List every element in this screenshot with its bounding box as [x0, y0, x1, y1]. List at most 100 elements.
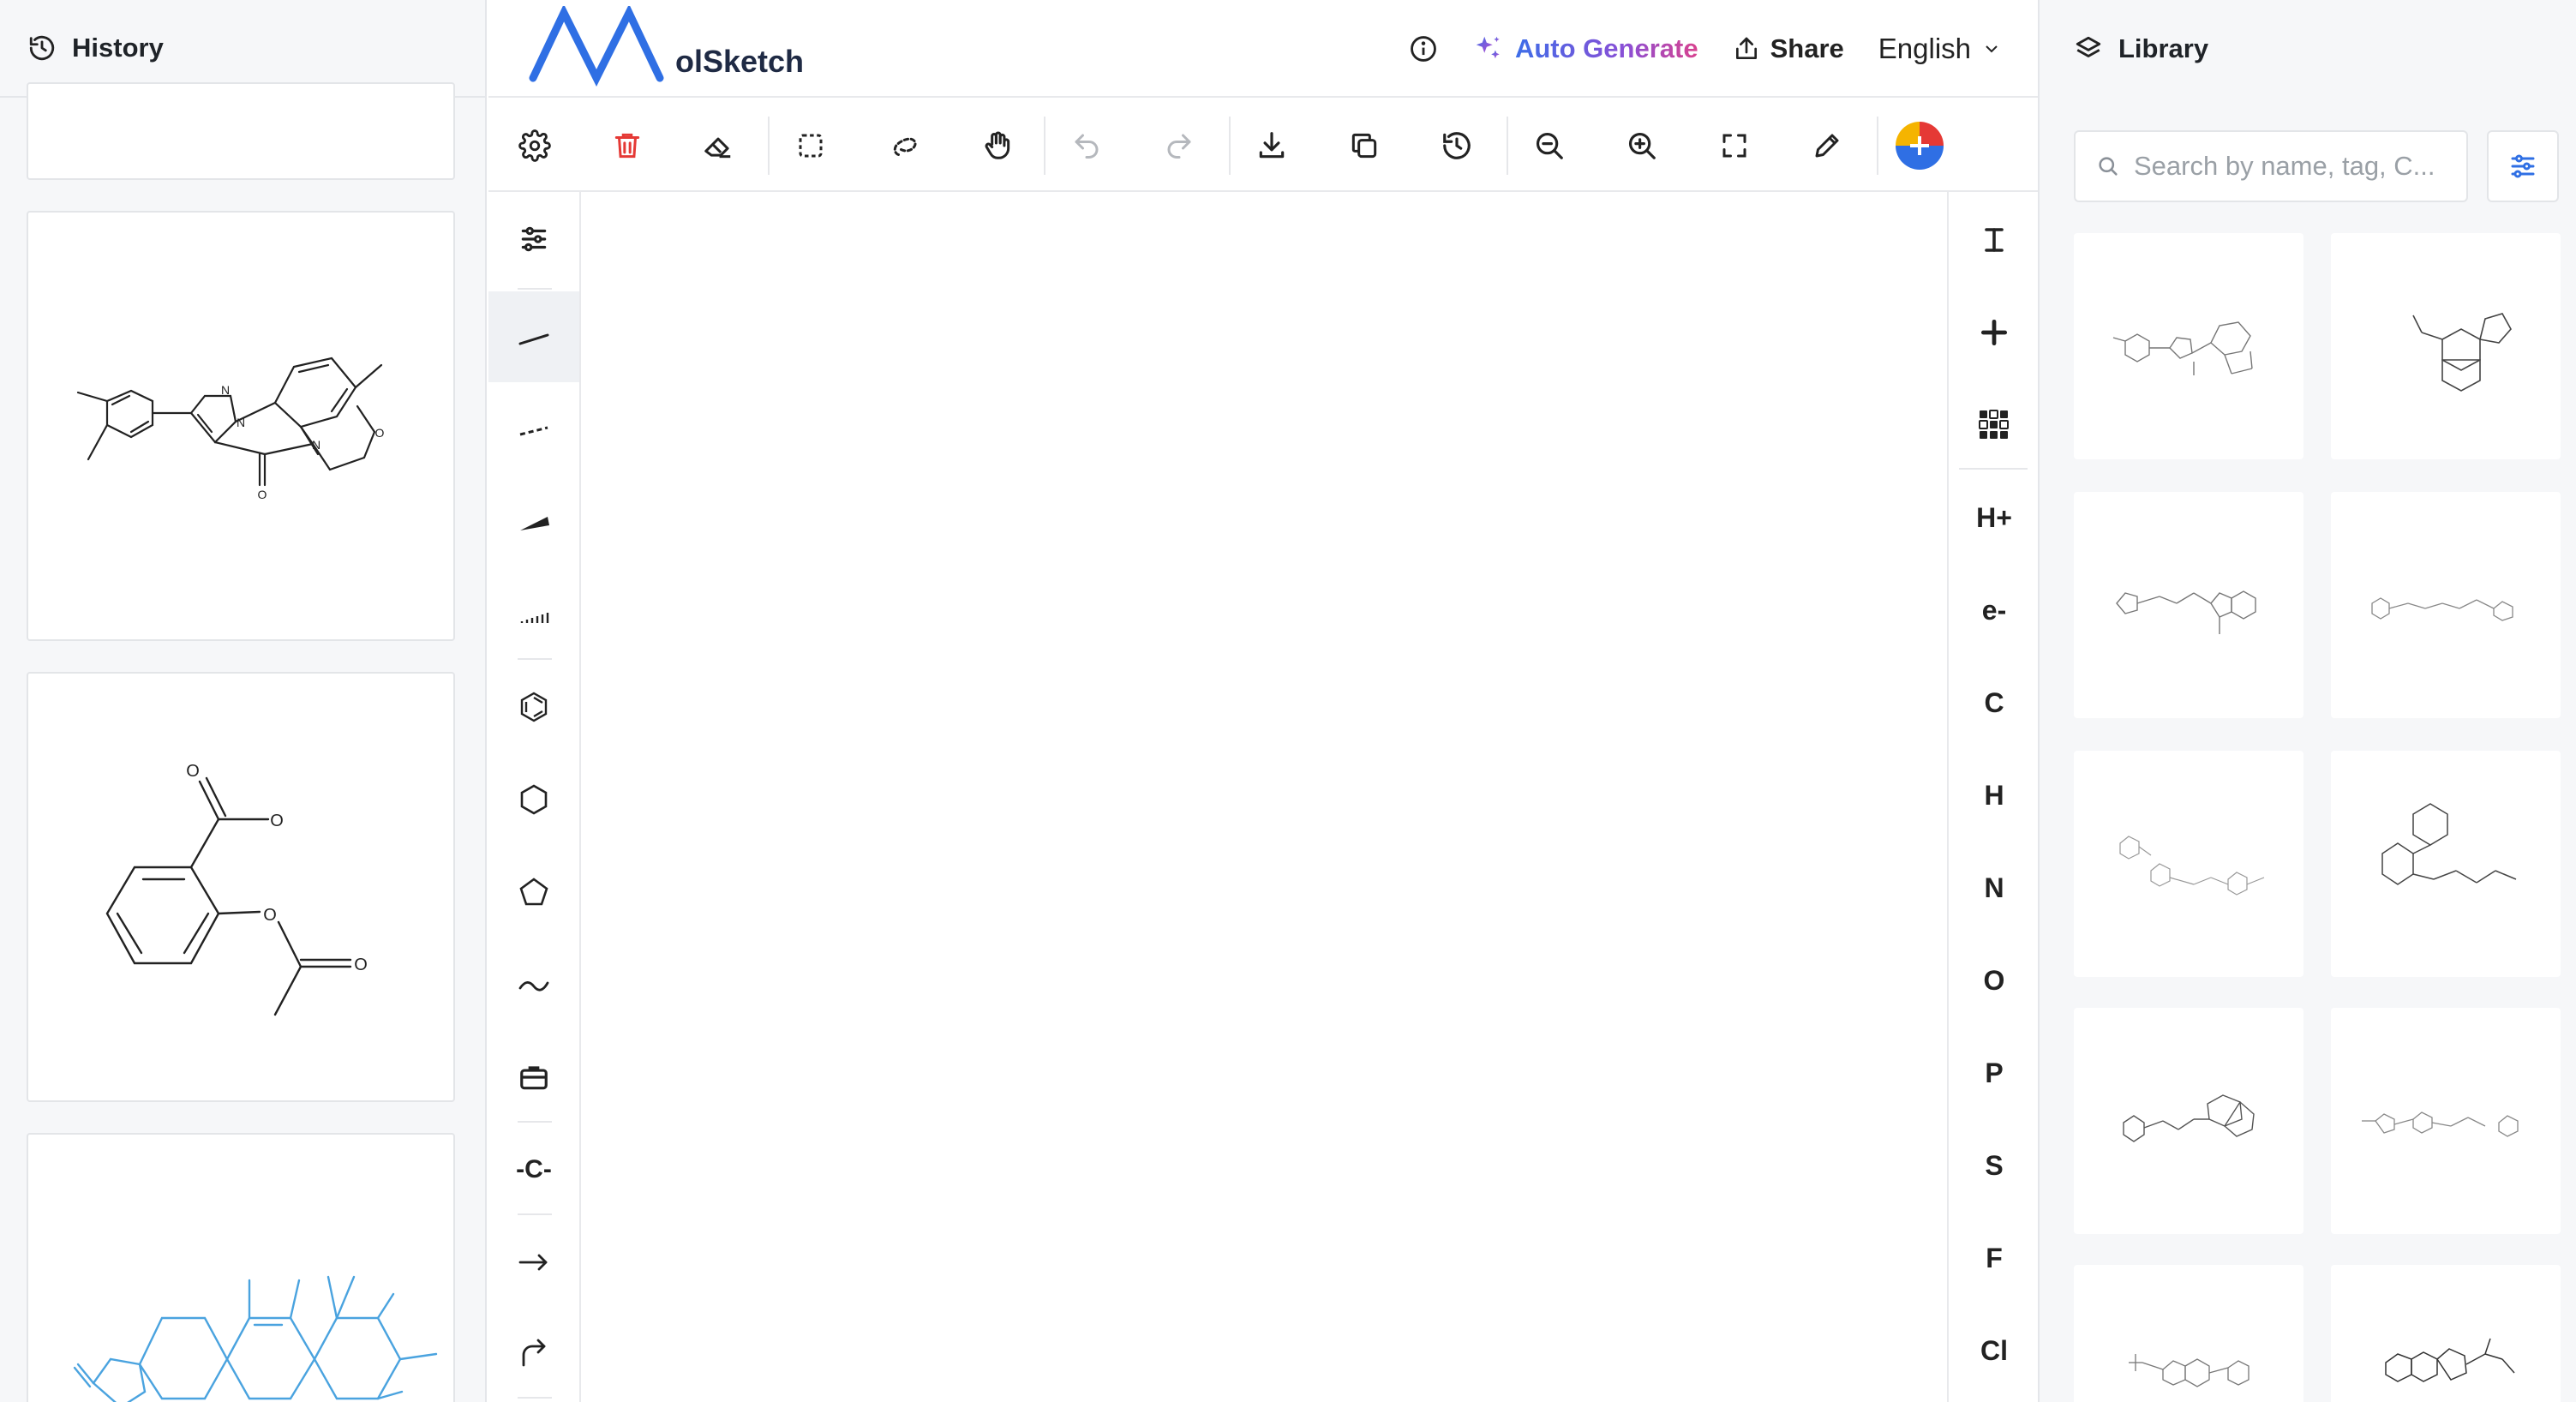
- bond-tools-panel: -C-: [488, 192, 581, 1402]
- undo-button[interactable]: [1061, 120, 1112, 171]
- history-card[interactable]: N N O N O: [27, 211, 455, 641]
- logo-text: olSketch: [675, 44, 805, 79]
- element-button-p[interactable]: P: [1949, 1027, 2040, 1119]
- download-button[interactable]: [1246, 120, 1297, 171]
- app-logo[interactable]: olSketch: [524, 0, 804, 98]
- auto-generate-label: Auto Generate: [1514, 33, 1698, 63]
- element-button-s[interactable]: S: [1949, 1119, 2040, 1212]
- library-search[interactable]: [2074, 130, 2468, 202]
- curved-arrow-button[interactable]: [488, 1308, 579, 1399]
- auto-generate-button[interactable]: Auto Generate: [1472, 33, 1698, 65]
- color-picker-button[interactable]: [1894, 120, 1945, 171]
- history-card[interactable]: ​: [27, 1133, 455, 1402]
- fullscreen-icon: [1722, 134, 1746, 158]
- toolbar-divider: [1877, 117, 1878, 175]
- lasso-select-button[interactable]: [879, 120, 931, 171]
- element-button-n[interactable]: N: [1949, 842, 2040, 934]
- language-select[interactable]: English: [1878, 33, 2002, 65]
- text-tool-button[interactable]: [1949, 194, 2040, 286]
- history-title: History: [72, 33, 164, 63]
- library-molecule-card[interactable]: [2074, 1008, 2303, 1234]
- hexagon-button[interactable]: [488, 754, 579, 845]
- zoom-in-icon: [1628, 132, 1656, 159]
- hand-icon: [985, 131, 1010, 159]
- chain-button[interactable]: [488, 939, 579, 1030]
- history-button[interactable]: [1431, 120, 1483, 171]
- element-button-f[interactable]: F: [1949, 1212, 2040, 1304]
- hash-bond-button[interactable]: [488, 569, 579, 660]
- templates-button[interactable]: [488, 1032, 579, 1123]
- element-button-c[interactable]: C: [1949, 656, 2040, 749]
- drawing-canvas[interactable]: [581, 192, 1947, 1402]
- library-molecule-card[interactable]: [2074, 492, 2303, 718]
- share-label: Share: [1770, 33, 1844, 63]
- top-header: olSketch Auto Generate Share English: [488, 0, 2038, 98]
- element-button-h[interactable]: H: [1949, 749, 2040, 842]
- element-button-h-plus[interactable]: H+: [1949, 471, 2040, 564]
- eraser-button[interactable]: [692, 120, 744, 171]
- element-button-o[interactable]: O: [1949, 934, 2040, 1027]
- element-button-electron[interactable]: e-: [1949, 564, 2040, 656]
- share-button[interactable]: Share: [1733, 33, 1844, 64]
- element-label: N: [1984, 872, 2004, 903]
- zoom-out-button[interactable]: [1524, 120, 1575, 171]
- benzene-button[interactable]: [488, 662, 579, 752]
- molecule-thumbnail: [2371, 597, 2513, 621]
- molecule-thumbnail: [2381, 803, 2517, 885]
- library-filter-button[interactable]: [2487, 130, 2559, 202]
- download-icon: [1259, 132, 1285, 159]
- dashed-bond-button[interactable]: [488, 384, 579, 475]
- library-molecule-card[interactable]: [2331, 233, 2561, 459]
- edit-button[interactable]: [1801, 120, 1853, 171]
- element-label: H+: [1976, 501, 2012, 533]
- molecule-structure: O O O O: [105, 762, 368, 1016]
- molecule-structure: ​: [73, 1275, 438, 1402]
- fit-screen-button[interactable]: [1709, 120, 1760, 171]
- language-label: English: [1878, 33, 1971, 64]
- library-molecule-card[interactable]: [2331, 1008, 2561, 1234]
- library-molecule-card[interactable]: [2074, 233, 2303, 459]
- pentagon-button[interactable]: [488, 847, 579, 938]
- element-button-cl[interactable]: Cl: [1949, 1304, 2040, 1397]
- library-panel: Library: [2038, 0, 2576, 1402]
- wedge-bond-button[interactable]: [488, 476, 579, 567]
- delete-button[interactable]: [602, 120, 653, 171]
- grid-icon: [1979, 410, 2009, 439]
- library-molecule-card[interactable]: [2331, 492, 2561, 718]
- library-search-input[interactable]: [2134, 151, 2442, 182]
- periodic-table-button[interactable]: [1949, 379, 2040, 471]
- history-card[interactable]: O O O O: [27, 672, 455, 1102]
- atom-label: O: [258, 488, 267, 501]
- element-label: C: [1984, 686, 2004, 718]
- element-label: e-: [1981, 594, 2007, 626]
- filter-sliders-icon: [2511, 154, 2535, 178]
- sliders-icon: [521, 226, 547, 252]
- library-molecule-card[interactable]: [2074, 751, 2303, 977]
- carbon-chain-button[interactable]: -C-: [488, 1124, 579, 1215]
- history-icon: [27, 33, 57, 63]
- history-card[interactable]: [27, 82, 455, 180]
- library-molecule-card[interactable]: [2331, 751, 2561, 977]
- history-panel: History N N O N O O O O O: [0, 0, 487, 1402]
- trash-icon: [614, 133, 640, 159]
- element-label: P: [1985, 1057, 2004, 1088]
- single-bond-button[interactable]: [488, 291, 579, 382]
- toolbar-divider: [1229, 117, 1231, 175]
- copy-button[interactable]: [1339, 120, 1390, 171]
- library-molecule-card[interactable]: [2331, 1265, 2561, 1402]
- molecule-thumbnail: [2112, 321, 2253, 375]
- redo-button[interactable]: [1153, 120, 1205, 171]
- rect-select-button[interactable]: [785, 120, 836, 171]
- logo-mark-icon: [529, 6, 664, 87]
- zoom-in-button[interactable]: [1616, 120, 1668, 171]
- info-button[interactable]: [1409, 34, 1438, 63]
- add-atom-button[interactable]: [1949, 286, 2040, 379]
- toolbar-divider: [1507, 117, 1508, 175]
- eraser-icon: [704, 137, 731, 159]
- library-molecule-card[interactable]: [2074, 1265, 2303, 1402]
- reaction-arrow-button[interactable]: [488, 1217, 579, 1308]
- carbon-chain-label: -C-: [516, 1155, 552, 1183]
- settings-button[interactable]: [509, 120, 560, 171]
- bond-settings-button[interactable]: [488, 194, 579, 285]
- pan-hand-button[interactable]: [972, 120, 1023, 171]
